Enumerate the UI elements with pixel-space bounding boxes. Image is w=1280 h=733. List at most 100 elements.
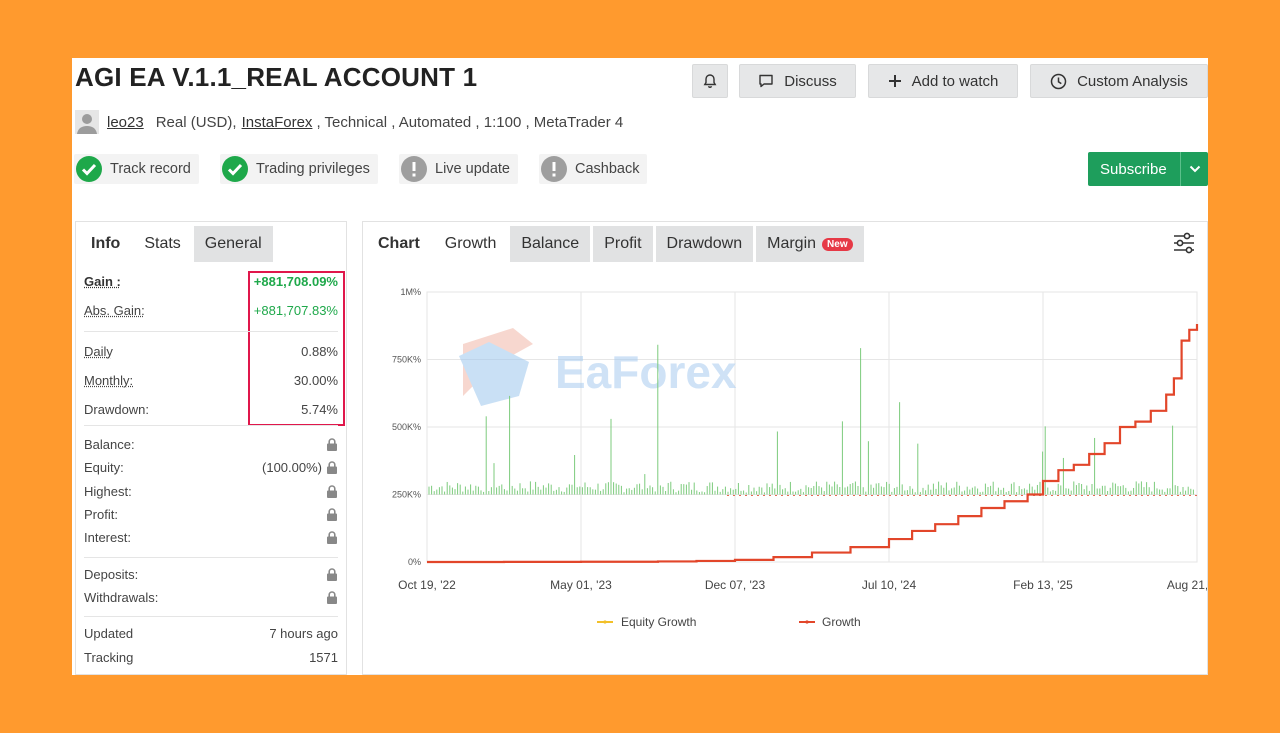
exclamation-circle-icon bbox=[541, 156, 567, 182]
tab-margin-label: Margin bbox=[767, 235, 817, 252]
stat-value: +881,708.09% bbox=[253, 273, 338, 289]
stat-value: 0.88% bbox=[301, 343, 338, 359]
bell-icon bbox=[703, 74, 717, 88]
badge-live-update: Live update bbox=[399, 154, 518, 184]
notify-button[interactable] bbox=[692, 64, 728, 98]
custom-analysis-button[interactable]: Custom Analysis bbox=[1030, 64, 1208, 98]
chart-panel: Chart Growth Balance Profit Drawdown Mar… bbox=[362, 221, 1208, 675]
stat-deposits: Deposits: bbox=[84, 563, 338, 585]
legend-label-growth: Growth bbox=[822, 615, 861, 629]
check-circle-icon bbox=[222, 156, 248, 182]
chat-bubble-icon bbox=[759, 74, 773, 88]
lock-icon bbox=[327, 567, 337, 581]
add-to-watch-button[interactable]: Add to watch bbox=[868, 64, 1018, 98]
stat-label: Profit: bbox=[84, 506, 118, 522]
stat-label: Deposits: bbox=[84, 566, 139, 582]
stat-label: Drawdown: bbox=[84, 401, 150, 417]
badge-label: Cashback bbox=[575, 161, 640, 177]
avatar bbox=[75, 110, 99, 134]
lock-icon bbox=[327, 530, 337, 544]
stat-highest: Highest: bbox=[84, 480, 338, 502]
stat-label[interactable]: Abs. Gain: bbox=[84, 303, 145, 318]
stat-monthly: Monthly: 30.00% bbox=[84, 369, 338, 391]
stat-value: +881,707.83% bbox=[253, 302, 338, 318]
tab-growth[interactable]: Growth bbox=[433, 226, 508, 262]
divider bbox=[84, 616, 338, 617]
legend-marker-equity bbox=[603, 620, 607, 624]
subscribe-label: Subscribe bbox=[1100, 160, 1167, 178]
clock-icon bbox=[1050, 73, 1067, 89]
badge-trading-privileges: Trading privileges bbox=[220, 154, 378, 184]
badge-label: Trading privileges bbox=[256, 161, 370, 177]
stat-equity: Equity: (100.00%) bbox=[84, 456, 338, 478]
chevron-down-icon[interactable] bbox=[1180, 152, 1208, 186]
stat-label: Highest: bbox=[84, 483, 132, 499]
divider bbox=[84, 557, 338, 558]
user-link[interactable]: leo23 bbox=[107, 114, 144, 131]
stat-withdrawals: Withdrawals: bbox=[84, 586, 338, 608]
discuss-button[interactable]: Discuss bbox=[739, 64, 856, 98]
stat-label: Interest: bbox=[84, 529, 131, 545]
check-circle-icon bbox=[76, 156, 102, 182]
tab-margin[interactable]: Margin New bbox=[756, 226, 864, 262]
discuss-label: Discuss bbox=[784, 72, 837, 90]
stat-balance: Balance: bbox=[84, 433, 338, 455]
growth-chart: 0% 250K% 500K% 750K% 1M% Oct 19, '22 May 01, '… bbox=[392, 287, 1207, 629]
stat-label: Equity: bbox=[84, 459, 124, 475]
watermark-text: EaForex bbox=[555, 346, 737, 398]
stat-label[interactable]: Monthly: bbox=[84, 373, 133, 388]
stat-label: Withdrawals: bbox=[84, 589, 159, 605]
y-tick-label: 1M% bbox=[400, 287, 421, 297]
lock-icon bbox=[327, 484, 337, 498]
new-badge: New bbox=[822, 237, 853, 251]
y-tick-label: 0% bbox=[408, 557, 421, 567]
stat-interest: Interest: bbox=[84, 526, 338, 548]
stat-value: (100.00%) bbox=[262, 459, 322, 475]
x-tick-label: Oct 19, '22 bbox=[398, 578, 456, 592]
x-tick-label: May 01, '23 bbox=[550, 578, 612, 592]
account-panel: AGI EA V.1.1_REAL ACCOUNT 1 Discuss Add … bbox=[72, 58, 1208, 675]
badge-label: Track record bbox=[110, 161, 191, 177]
tab-balance[interactable]: Balance bbox=[510, 226, 591, 262]
stat-label: Balance: bbox=[84, 436, 135, 452]
badge-cashback: Cashback bbox=[539, 154, 648, 184]
stats-panel: Info Stats General Gain : +881,708.09% A… bbox=[75, 221, 347, 675]
chart-tabs: Chart Growth Balance Profit Drawdown Mar… bbox=[363, 222, 1207, 262]
stat-tracking: Tracking 1571 bbox=[84, 646, 338, 668]
tab-drawdown[interactable]: Drawdown bbox=[655, 226, 754, 262]
x-tick-label: Aug 21, '25 bbox=[1167, 578, 1207, 592]
subscribe-button[interactable]: Subscribe bbox=[1088, 152, 1208, 186]
stat-abs-gain: Abs. Gain: +881,707.83% bbox=[84, 299, 338, 321]
add-to-watch-label: Add to watch bbox=[911, 72, 999, 90]
tab-profit[interactable]: Profit bbox=[593, 226, 653, 262]
exclamation-circle-icon bbox=[401, 156, 427, 182]
stat-drawdown: Drawdown: 5.74% bbox=[84, 398, 338, 420]
stat-daily: Daily 0.88% bbox=[84, 340, 338, 362]
account-tags: , Technical , Automated , 1:100 , MetaTr… bbox=[316, 113, 624, 131]
stat-label: Tracking bbox=[84, 649, 134, 665]
divider bbox=[84, 425, 338, 426]
stat-value: 5.74% bbox=[301, 401, 338, 417]
account-meta: leo23 Real (USD), InstaForex , Technical… bbox=[75, 107, 623, 137]
broker-link[interactable]: InstaForex bbox=[242, 114, 313, 131]
stat-gain: Gain : +881,708.09% bbox=[84, 270, 338, 292]
lock-icon bbox=[327, 460, 337, 474]
y-tick-label: 250K% bbox=[392, 490, 421, 500]
lock-icon bbox=[327, 437, 337, 451]
settings-sliders-icon[interactable] bbox=[1171, 230, 1197, 256]
stat-value: 1571 bbox=[309, 649, 338, 665]
lock-icon bbox=[327, 507, 337, 521]
stat-label: Updated bbox=[84, 625, 134, 641]
y-tick-label: 750K% bbox=[392, 355, 421, 365]
stat-value: 7 hours ago bbox=[269, 625, 338, 641]
stat-label[interactable]: Gain : bbox=[84, 274, 121, 289]
chart-label: Chart bbox=[367, 226, 431, 262]
page-title: AGI EA V.1.1_REAL ACCOUNT 1 bbox=[75, 62, 478, 92]
custom-analysis-label: Custom Analysis bbox=[1077, 72, 1188, 90]
badge-track-record: Track record bbox=[74, 154, 199, 184]
account-type: Real (USD), bbox=[155, 113, 237, 131]
stat-label[interactable]: Daily bbox=[84, 344, 113, 359]
legend-marker-growth bbox=[805, 620, 809, 624]
legend-label-equity: Equity Growth bbox=[621, 615, 696, 629]
x-tick-label: Feb 13, '25 bbox=[1013, 578, 1073, 592]
